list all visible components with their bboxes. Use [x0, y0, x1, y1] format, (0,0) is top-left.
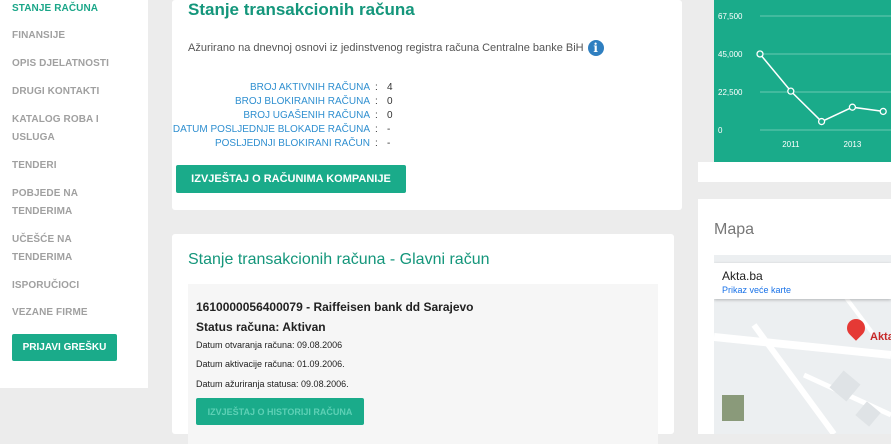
stat-row: POSLJEDNJI BLOKIRANI RAČUN : -: [172, 138, 592, 149]
map-area[interactable]: Akta.ba Prikaz veće karte Akta: [714, 255, 891, 434]
data-point: [848, 103, 857, 111]
sidebar-item-pobjede[interactable]: POBJEDE NA TENDERIMA: [12, 185, 102, 221]
x-tick-label: 2011: [782, 140, 800, 149]
stat-separator: :: [375, 82, 378, 93]
stat-separator: :: [375, 138, 378, 149]
accounts-report-button[interactable]: IZVJEŠTAJ O RAČUNIMA KOMPANIJE: [176, 165, 406, 193]
main-account-card: Stanje transakcionih računa - Glavni rač…: [172, 234, 674, 444]
map-marker-label: Akta: [870, 331, 891, 343]
series-line: [759, 53, 884, 123]
stat-separator: :: [375, 96, 378, 107]
stat-value: -: [387, 138, 391, 149]
map-title: Mapa: [714, 221, 755, 238]
map-card: Mapa Akta.ba Prikaz veće karte Akta: [698, 199, 891, 434]
x-tick-label: 2013: [844, 140, 862, 149]
account-status: Status računa: Aktivan: [196, 320, 326, 334]
account-history-button[interactable]: IZVJEŠTAJ O HISTORIJI RAČUNA: [196, 398, 364, 425]
subtitle: Ažurirano na dnevnoj osnovi iz jedinstve…: [188, 40, 604, 56]
map-place-name: Akta.ba: [722, 269, 763, 283]
stat-separator: :: [375, 110, 378, 121]
page-title: Stanje transakcionih računa: [188, 0, 415, 19]
stat-separator: :: [375, 124, 378, 135]
stat-row: BROJ UGAŠENIH RAČUNA : 0: [172, 110, 592, 121]
stat-label: BROJ UGAŠENIH RAČUNA: [243, 110, 370, 121]
y-tick-label: 45,000: [718, 50, 743, 59]
account-number-bank: 1610000056400079 - Raiffeisen bank dd Sa…: [196, 300, 474, 314]
stat-value: 0: [387, 96, 393, 107]
chart-svg: 67,500 45,000 22,500 0 2011 2013: [718, 12, 891, 149]
y-tick-label: 0: [718, 126, 723, 135]
stat-row: BROJ BLOKIRANIH RAČUNA : 0: [172, 96, 592, 107]
stat-value: 0: [387, 110, 393, 121]
data-point: [879, 107, 887, 116]
stat-row: DATUM POSLJEDNJE BLOKADE RAČUNA : -: [172, 124, 592, 135]
sidebar-item-tenderi[interactable]: TENDERI: [12, 157, 142, 175]
sidebar-item-opis-djelatnosti[interactable]: OPIS DJELATNOSTI: [12, 55, 142, 73]
chart-card-footer: [698, 162, 891, 182]
section-title: Stanje transakcionih računa - Glavni rač…: [188, 251, 490, 268]
sidebar-item-katalog[interactable]: KATALOG ROBA I USLUGA: [12, 111, 112, 147]
data-point: [787, 87, 795, 95]
accounts-card: Stanje transakcionih računa Ažurirano na…: [172, 0, 682, 210]
bigger-map-link[interactable]: Prikaz veće karte: [722, 285, 791, 295]
sidebar: STANJE RAČUNA FINANSIJE OPIS DJELATNOSTI…: [0, 0, 148, 388]
account-status-updated-date: Datum ažuriranja statusa: 09.08.2006.: [196, 379, 349, 389]
report-error-button[interactable]: PRIJAVI GREŠKU: [12, 334, 117, 361]
sidebar-item-stanje-racuna[interactable]: STANJE RAČUNA: [12, 0, 142, 18]
y-tick-label: 22,500: [718, 88, 743, 97]
data-point: [756, 50, 764, 58]
sidebar-item-isporucioci[interactable]: ISPORUČIOCI: [12, 277, 142, 295]
stat-label: BROJ AKTIVNIH RAČUNA: [249, 82, 370, 93]
account-activated-date: Datum aktivacije računa: 01.09.2006.: [196, 359, 345, 369]
sidebar-item-ucesce[interactable]: UČEŠĆE NA TENDERIMA: [12, 231, 102, 267]
stat-value: 4: [387, 82, 393, 93]
map-info-window: Akta.ba Prikaz veće karte: [714, 263, 891, 299]
stat-label: POSLJEDNJI BLOKIRANI RAČUN: [214, 138, 370, 149]
stat-label: DATUM POSLJEDNJE BLOKADE RAČUNA: [172, 124, 370, 135]
sidebar-item-drugi-kontakti[interactable]: DRUGI KONTAKTI: [12, 83, 142, 101]
stat-row: BROJ AKTIVNIH RAČUNA : 4: [172, 82, 592, 93]
account-details: 1610000056400079 - Raiffeisen bank dd Sa…: [188, 284, 658, 444]
info-icon[interactable]: i: [587, 40, 604, 56]
revenue-chart: 67,500 45,000 22,500 0 2011 2013: [714, 0, 891, 162]
data-point: [817, 117, 826, 126]
sidebar-item-finansije[interactable]: FINANSIJE: [12, 27, 142, 45]
stat-value: -: [387, 124, 391, 135]
sidebar-item-vezane-firme[interactable]: VEZANE FIRME: [12, 304, 142, 322]
stat-label: BROJ BLOKIRANIH RAČUNA: [234, 96, 370, 107]
account-opened-date: Datum otvaranja računa: 09.08.2006: [196, 340, 343, 350]
y-tick-label: 67,500: [718, 12, 743, 21]
subtitle-text: Ažurirano na dnevnoj osnovi iz jedinstve…: [188, 41, 584, 54]
